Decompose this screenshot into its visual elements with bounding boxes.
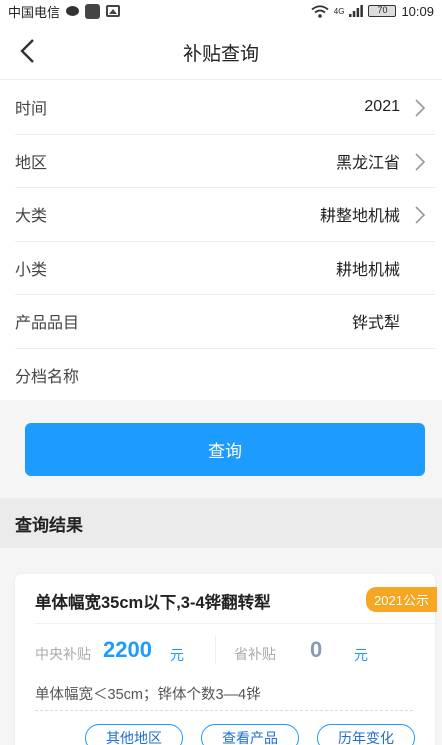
filter-form: 时间 2021 地区 黑龙江省 大类 耕整地机械 小类 耕地机械 产品品目 铧式… — [0, 81, 442, 402]
card-description: 单体幅宽＜35cm；铧体个数3—4铧 — [35, 687, 261, 703]
field-label: 时间 — [15, 101, 48, 119]
status-badge: 2021公示 — [366, 587, 437, 612]
central-subsidy-value: 2200 — [103, 637, 152, 662]
divider — [35, 623, 435, 624]
nav-header: 补贴查询 — [0, 22, 442, 80]
field-category[interactable]: 大类 耕整地机械 — [15, 188, 436, 242]
signal-icon — [349, 5, 364, 17]
central-subsidy-label: 中央补贴 — [35, 646, 91, 662]
field-value: 耕整地机械 — [319, 208, 400, 226]
battery-icon: 70 — [368, 5, 397, 17]
field-label: 分档名称 — [15, 369, 80, 387]
history-changes-button[interactable]: 历年变化 — [317, 724, 415, 745]
field-value: 铧式犁 — [351, 315, 400, 333]
field-label: 地区 — [15, 154, 48, 172]
province-subsidy-value: 0 — [310, 637, 323, 662]
query-button[interactable]: 查询 — [25, 423, 425, 476]
field-product-item[interactable]: 产品品目 铧式犁 — [15, 295, 436, 349]
field-value: 耕地机械 — [335, 261, 400, 279]
page-title: 补贴查询 — [182, 44, 259, 65]
field-value: 2021 — [364, 98, 400, 116]
image-icon — [106, 5, 121, 17]
field-value: 黑龙江省 — [335, 154, 400, 172]
divider — [215, 636, 216, 664]
app-notification-icon — [85, 3, 101, 19]
chevron-right-icon — [415, 152, 426, 171]
other-regions-button[interactable]: 其他地区 — [85, 724, 183, 745]
wifi-icon — [311, 4, 329, 18]
carrier-name: 中国电信 — [8, 4, 61, 20]
network-type: 4G — [333, 6, 345, 16]
province-subsidy-unit: 元 — [354, 647, 368, 663]
field-time[interactable]: 时间 2021 — [15, 81, 436, 135]
field-label: 小类 — [15, 261, 48, 279]
result-card[interactable]: 单体幅宽35cm以下,3-4铧翻转犁 2021公示 中央补贴 2200 元 省补… — [15, 574, 437, 745]
province-subsidy-label: 省补贴 — [234, 646, 276, 662]
status-bar: 中国电信 4G 70 10:09 — [0, 0, 442, 22]
field-subcategory[interactable]: 小类 耕地机械 — [15, 242, 436, 295]
field-tier-name[interactable]: 分档名称 — [15, 349, 436, 403]
chevron-right-icon — [415, 206, 426, 224]
dashed-divider — [35, 710, 413, 711]
view-products-button[interactable]: 查看产品 — [201, 724, 299, 745]
message-icon — [66, 6, 80, 16]
field-label: 大类 — [15, 208, 48, 226]
card-title: 单体幅宽35cm以下,3-4铧翻转犁 — [35, 594, 271, 612]
field-label: 产品品目 — [15, 315, 80, 333]
central-subsidy-unit: 元 — [170, 647, 184, 663]
clock: 10:09 — [401, 3, 434, 19]
chevron-right-icon — [415, 99, 426, 117]
result-header: 查询结果 — [0, 498, 442, 548]
field-region[interactable]: 地区 黑龙江省 — [15, 135, 436, 188]
